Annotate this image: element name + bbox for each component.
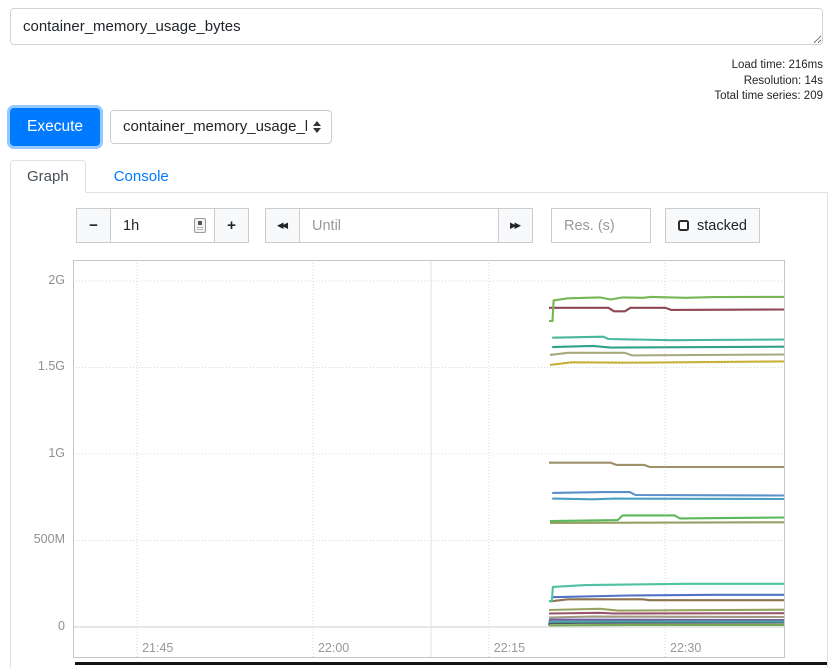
series-olive-low: [549, 608, 785, 610]
duration-input-wrap: [110, 208, 215, 243]
checkbox-icon: [678, 220, 689, 231]
series-green-mid: [550, 515, 785, 521]
query-select-value: container_memory_usage_bytes: [123, 118, 307, 135]
increase-range-button[interactable]: +: [214, 208, 249, 243]
memory-usage-chart[interactable]: 21:45 22:00 22:15 22:30: [73, 260, 785, 658]
series-mustard: [550, 361, 785, 365]
duration-spinner-icon[interactable]: [194, 218, 206, 233]
x-tick-label: 22:30: [670, 641, 701, 655]
graph-controls: − + ◀◀ ▶▶ stacked: [76, 208, 827, 244]
series-graytan: [549, 616, 785, 617]
series-cyanblue: [552, 498, 785, 499]
series-olive-high: [550, 352, 785, 355]
series-jade-2: [552, 345, 785, 347]
x-tick-label: 22:00: [318, 641, 349, 655]
chart-frame: [74, 260, 785, 657]
resolution: Resolution: 14s: [0, 74, 823, 90]
stacked-toggle[interactable]: stacked: [665, 208, 760, 243]
tab-graph[interactable]: Graph: [10, 160, 86, 193]
x-tick-label: 21:45: [142, 641, 173, 655]
execute-row: Execute container_memory_usage_bytes: [10, 107, 823, 147]
series-khaki: [549, 462, 785, 466]
y-tick-label: 2G: [48, 273, 65, 287]
decrease-range-button[interactable]: −: [76, 208, 111, 243]
y-tick-label: 0: [58, 619, 65, 633]
query-history-select[interactable]: container_memory_usage_bytes: [110, 110, 332, 144]
series-olive-mid: [550, 522, 785, 523]
query-row: container_memory_usage_bytes: [10, 8, 823, 48]
until-group: ◀◀ ▶▶: [265, 208, 533, 243]
select-updown-icon: [313, 121, 321, 133]
tabbar: Graph Console: [10, 160, 828, 193]
series-jade-1: [552, 336, 785, 340]
load-time: Load time: 216ms: [0, 58, 823, 74]
duration-group: − +: [76, 208, 249, 243]
series-blue-low: [552, 594, 785, 596]
legend-divider: [75, 662, 827, 665]
y-tick-label: 500M: [34, 532, 65, 546]
query-input[interactable]: container_memory_usage_bytes: [10, 8, 823, 45]
resolution-input[interactable]: [551, 208, 651, 243]
chart-area: 0500M1G1.5G2G 21:4522:0022:1522:30: [73, 260, 785, 658]
total-time-series: Total time series: 209: [0, 89, 823, 105]
query-stats: Load time: 216ms Resolution: 14s Total t…: [0, 58, 823, 105]
forward-button[interactable]: ▶▶: [498, 208, 533, 243]
rewind-button[interactable]: ◀◀: [265, 208, 300, 243]
x-tick-label: 22:15: [494, 641, 525, 655]
graph-panel: − + ◀◀ ▶▶ stacked 0 500M 1G 1.5G 2G 21:45 22:…: [10, 193, 828, 668]
stacked-label: stacked: [697, 218, 747, 234]
execute-button[interactable]: Execute: [10, 108, 100, 146]
series-maroon: [549, 307, 785, 311]
y-tick-label: 1.5G: [38, 359, 65, 373]
tab-console[interactable]: Console: [98, 161, 185, 192]
y-tick-label: 1G: [48, 446, 65, 460]
series-mauve: [549, 612, 785, 613]
series-brown: [550, 599, 785, 601]
series-blue-mid: [552, 492, 785, 495]
until-input[interactable]: [299, 208, 499, 243]
